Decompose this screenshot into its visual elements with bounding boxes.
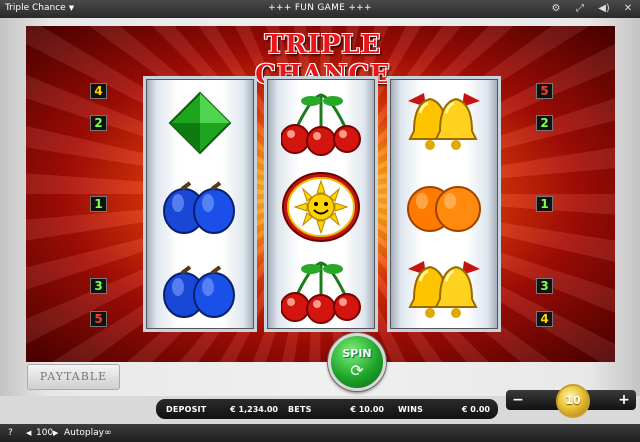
payline-right-1: 1 (536, 196, 553, 212)
paytable-button[interactable]: PAYTABLE (27, 364, 120, 390)
spin-button[interactable]: SPIN ⟳ (328, 333, 386, 391)
balance-bar: DEPOSIT € 1,234.00 BETS € 10.00 WINS € 0… (156, 399, 498, 419)
deposit-value: € 1,234.00 (230, 405, 278, 414)
help-icon[interactable]: ? (8, 428, 13, 438)
status-bar: ? ◀ 100 ▶ Autoplay ∞ (0, 424, 640, 442)
symbol-bells (390, 81, 498, 165)
fullscreen-icon[interactable]: ⤢ (572, 2, 588, 16)
spin-label: SPIN (342, 347, 372, 360)
autoplay-label[interactable]: Autoplay (64, 428, 104, 438)
top-bar: Triple Chance ▼ +++ FUN GAME +++ ⚙ ⤢ ◀) ✕ (0, 0, 640, 18)
wins-label: WINS (398, 405, 424, 414)
reel-1 (143, 76, 257, 332)
decrease-bet-button[interactable]: − (508, 390, 528, 410)
payline-left-1: 1 (90, 196, 107, 212)
close-icon[interactable]: ✕ (620, 2, 636, 16)
autoplay-count: 100 (36, 428, 54, 438)
mode-label: +++ FUN GAME +++ (268, 3, 372, 13)
payline-left-3: 3 (90, 278, 107, 294)
wins-value: € 0.00 (461, 405, 490, 414)
increase-bet-button[interactable]: + (614, 390, 634, 410)
bet-coin[interactable]: 10 (556, 384, 590, 418)
sound-icon[interactable]: ◀) (596, 2, 612, 16)
bets-value: € 10.00 (350, 405, 384, 414)
payline-left-2: 2 (90, 115, 107, 131)
payline-right-3: 3 (536, 278, 553, 294)
symbol-oranges (390, 165, 498, 249)
payline-left-5: 5 (90, 311, 107, 327)
payline-right-2: 2 (536, 115, 553, 131)
symbol-diamond (146, 81, 254, 165)
infinity-icon[interactable]: ∞ (104, 428, 112, 438)
autoplay-prev-icon[interactable]: ◀ (26, 429, 31, 437)
symbol-cherries (267, 81, 375, 165)
gear-icon[interactable]: ⚙ (548, 2, 564, 16)
payline-right-5: 5 (536, 83, 553, 99)
payline-right-4: 4 (536, 311, 553, 327)
deposit-label: DEPOSIT (166, 405, 207, 414)
reel-3 (387, 76, 501, 332)
symbol-sun (267, 165, 375, 249)
reel-2 (264, 76, 378, 332)
refresh-icon: ⟳ (350, 361, 364, 380)
autoplay-next-icon[interactable]: ▶ (53, 429, 58, 437)
payline-left-4: 4 (90, 83, 107, 99)
symbol-bells (390, 249, 498, 333)
symbol-cherries (267, 249, 375, 333)
symbol-plums (146, 165, 254, 249)
symbol-plums (146, 249, 254, 333)
bets-label: BETS (288, 405, 312, 414)
